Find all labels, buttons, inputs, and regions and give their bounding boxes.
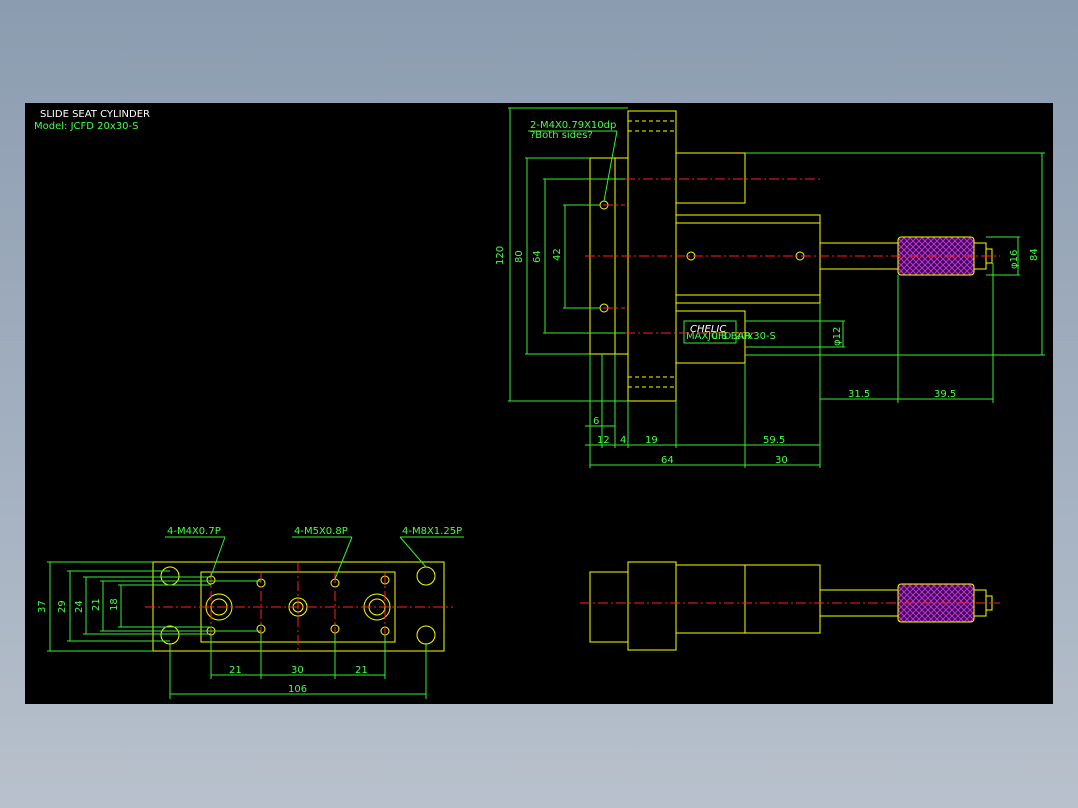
dim-84: 84 [1029,248,1040,261]
dim-120: 120 [495,246,506,265]
dim-37: 37 [37,600,48,613]
dim-64: 64 [532,250,543,263]
dim-31-5: 31.5 [848,389,870,400]
dim-59-5: 59.5 [763,435,785,446]
dim-6: 6 [593,416,599,427]
cylinder-barrel [675,214,821,304]
front-view [580,561,1000,651]
dim-21-b: 21 [355,665,368,676]
drawing-title: SLIDE SEAT CYLINDER [40,109,150,120]
brand-label: CHELIC MAX 0.8 BAR JCFD 20x30-S [683,320,776,344]
dim-30-h: 30 [291,665,304,676]
bottom-view-dimensions: 37 29 24 21 18 21 30 21 106 4-M4X0.7P 4-… [37,526,464,699]
title-block: SLIDE SEAT CYLINDER Model: JCFD 20x30-S [34,109,150,132]
dim-d16: φ16 [1009,250,1020,269]
dim-29: 29 [57,600,68,613]
front-barrel [675,564,821,634]
callout-m8: 4-M8X1.25P [402,526,462,537]
drawing-model: Model: JCFD 20x30-S [34,121,138,132]
dim-4: 4 [620,435,626,446]
dim-106: 106 [288,684,307,695]
dim-12: 12 [597,435,610,446]
dim-18: 18 [109,598,120,611]
callout-m4: 4-M4X0.7P [167,526,221,537]
dim-64-bottom: 64 [661,455,674,466]
callout-m5: 4-M5X0.8P [294,526,348,537]
front-body [627,561,677,651]
dim-21-a: 21 [229,665,242,676]
upper-guide-housing [675,152,746,204]
dim-42: 42 [552,248,563,261]
dim-30-bottom: 30 [775,455,788,466]
dim-19: 19 [645,435,658,446]
bottom-view [145,561,453,652]
front-plate [589,571,629,643]
cad-drawing-canvas[interactable]: SLIDE SEAT CYLINDER Model: JCFD 20x30-S … [25,103,1053,704]
side-view-dimensions: 120 80 64 42 84 φ16 φ12 31.5 39.5 6 12 4… [495,107,1045,468]
dim-d12: φ12 [832,327,843,346]
dim-80: 80 [514,250,525,263]
callout-both-sides: ?Both sides? [530,130,593,141]
side-view: CHELIC MAX 0.8 BAR JCFD 20x30-S [585,110,1000,402]
dim-39-5: 39.5 [934,389,956,400]
dim-21-v: 21 [91,598,102,611]
dim-24: 24 [74,600,85,613]
